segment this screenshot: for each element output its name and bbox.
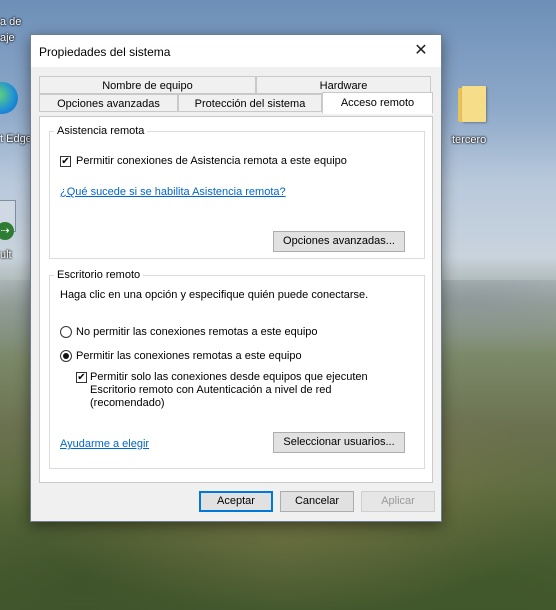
nla-only-label-line2[interactable]: Escritorio remoto con Autenticación a ni… [90,384,332,396]
allow-remote-assistance-checkbox[interactable]: ✔ [60,156,71,167]
remote-desktop-group: Escritorio remoto Haga clic en una opció… [49,269,425,469]
title-bar[interactable]: Propiedades del sistema ✕ [31,35,441,67]
dialog-title: Propiedades del sistema [39,45,171,59]
group-label-escritorio-remoto: Escritorio remoto [54,269,144,281]
nla-only-label-line1[interactable]: Permitir solo las conexiones desde equip… [90,371,368,383]
folder-icon[interactable] [456,84,488,124]
edge-icon[interactable] [0,82,18,114]
tab-panel-acceso-remoto: Asistencia remota ✔ Permitir conexiones … [39,116,433,483]
allow-remote-connections-radio[interactable] [60,350,72,362]
system-properties-dialog: Propiedades del sistema ✕ Nombre de equi… [30,34,442,522]
allow-remote-connections-label[interactable]: Permitir las conexiones remotas a este e… [76,350,302,362]
remote-desktop-instruction: Haga clic en una opción y especifique qu… [60,289,369,301]
apply-button[interactable]: Aplicar [361,491,435,512]
cancel-button[interactable]: Cancelar [280,491,354,512]
desktop-icon-label[interactable]: ult [0,249,12,261]
deny-remote-connections-radio[interactable] [60,326,72,338]
deny-remote-connections-label[interactable]: No permitir las conexiones remotas a est… [76,326,318,338]
group-label-asistencia-remota: Asistencia remota [54,125,148,137]
tab-acceso-remoto[interactable]: Acceso remoto [322,92,433,114]
desktop-folder-label[interactable]: tercero [452,134,486,146]
remote-assistance-group: Asistencia remota ✔ Permitir conexiones … [49,125,425,259]
select-users-button[interactable]: Seleccionar usuarios... [273,432,405,453]
tab-nombre-de-equipo[interactable]: Nombre de equipo [39,76,256,94]
nla-only-label-line3[interactable]: (recomendado) [90,397,165,409]
close-icon[interactable]: ✕ [401,35,441,67]
nla-only-checkbox[interactable]: ✔ [76,372,87,383]
advanced-options-button[interactable]: Opciones avanzadas... [273,231,405,252]
help-me-choose-link[interactable]: Ayudarme a elegir [60,438,149,450]
allow-remote-assistance-label[interactable]: Permitir conexiones de Asistencia remota… [76,155,347,167]
desktop-icon-label[interactable]: a de [0,16,21,28]
tab-opciones-avanzadas[interactable]: Opciones avanzadas [39,94,178,112]
tab-proteccion-del-sistema[interactable]: Protección del sistema [178,94,322,112]
desktop-icon-label[interactable]: aje [0,32,15,44]
desktop-icon-label-edge[interactable]: t Edge [0,133,32,145]
ok-button[interactable]: Aceptar [199,491,273,512]
shortcut-arrow-icon: ⇢ [0,222,14,240]
remote-assistance-help-link[interactable]: ¿Qué sucede si se habilita Asistencia re… [60,186,286,198]
